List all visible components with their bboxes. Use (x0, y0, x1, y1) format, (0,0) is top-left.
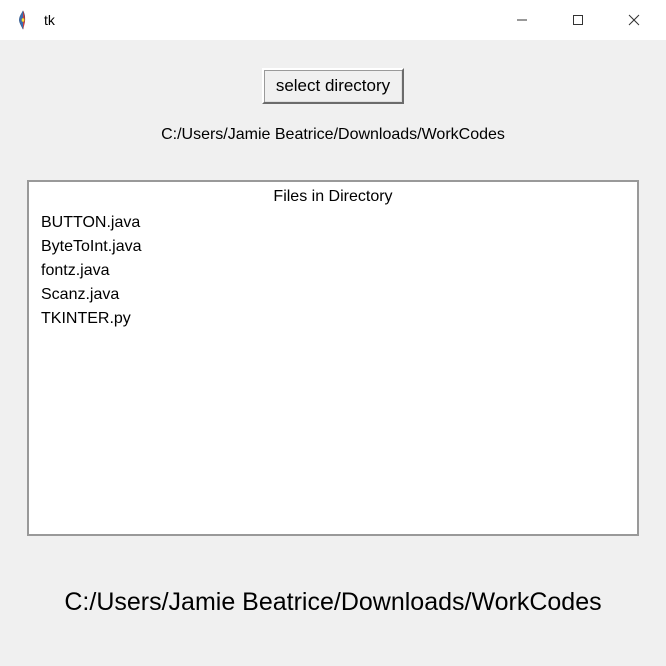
select-directory-button[interactable]: select directory (262, 68, 404, 104)
titlebar: tk (0, 0, 666, 40)
file-list: BUTTON.java ByteToInt.java fontz.java Sc… (41, 214, 625, 328)
list-item: fontz.java (41, 262, 625, 280)
list-item: ByteToInt.java (41, 238, 625, 256)
list-item: BUTTON.java (41, 214, 625, 232)
main-content: select directory C:/Users/Jamie Beatrice… (0, 40, 666, 617)
app-icon (10, 7, 36, 33)
minimize-button[interactable] (494, 0, 550, 40)
selected-path-label: C:/Users/Jamie Beatrice/Downloads/WorkCo… (161, 126, 505, 144)
files-panel: Files in Directory BUTTON.java ByteToInt… (27, 180, 639, 536)
files-panel-header: Files in Directory (41, 188, 625, 206)
footer-path-label: C:/Users/Jamie Beatrice/Downloads/WorkCo… (64, 588, 601, 617)
list-item: Scanz.java (41, 286, 625, 304)
list-item: TKINTER.py (41, 310, 625, 328)
close-button[interactable] (606, 0, 662, 40)
window-title: tk (44, 12, 55, 28)
window-controls (494, 0, 662, 40)
maximize-button[interactable] (550, 0, 606, 40)
